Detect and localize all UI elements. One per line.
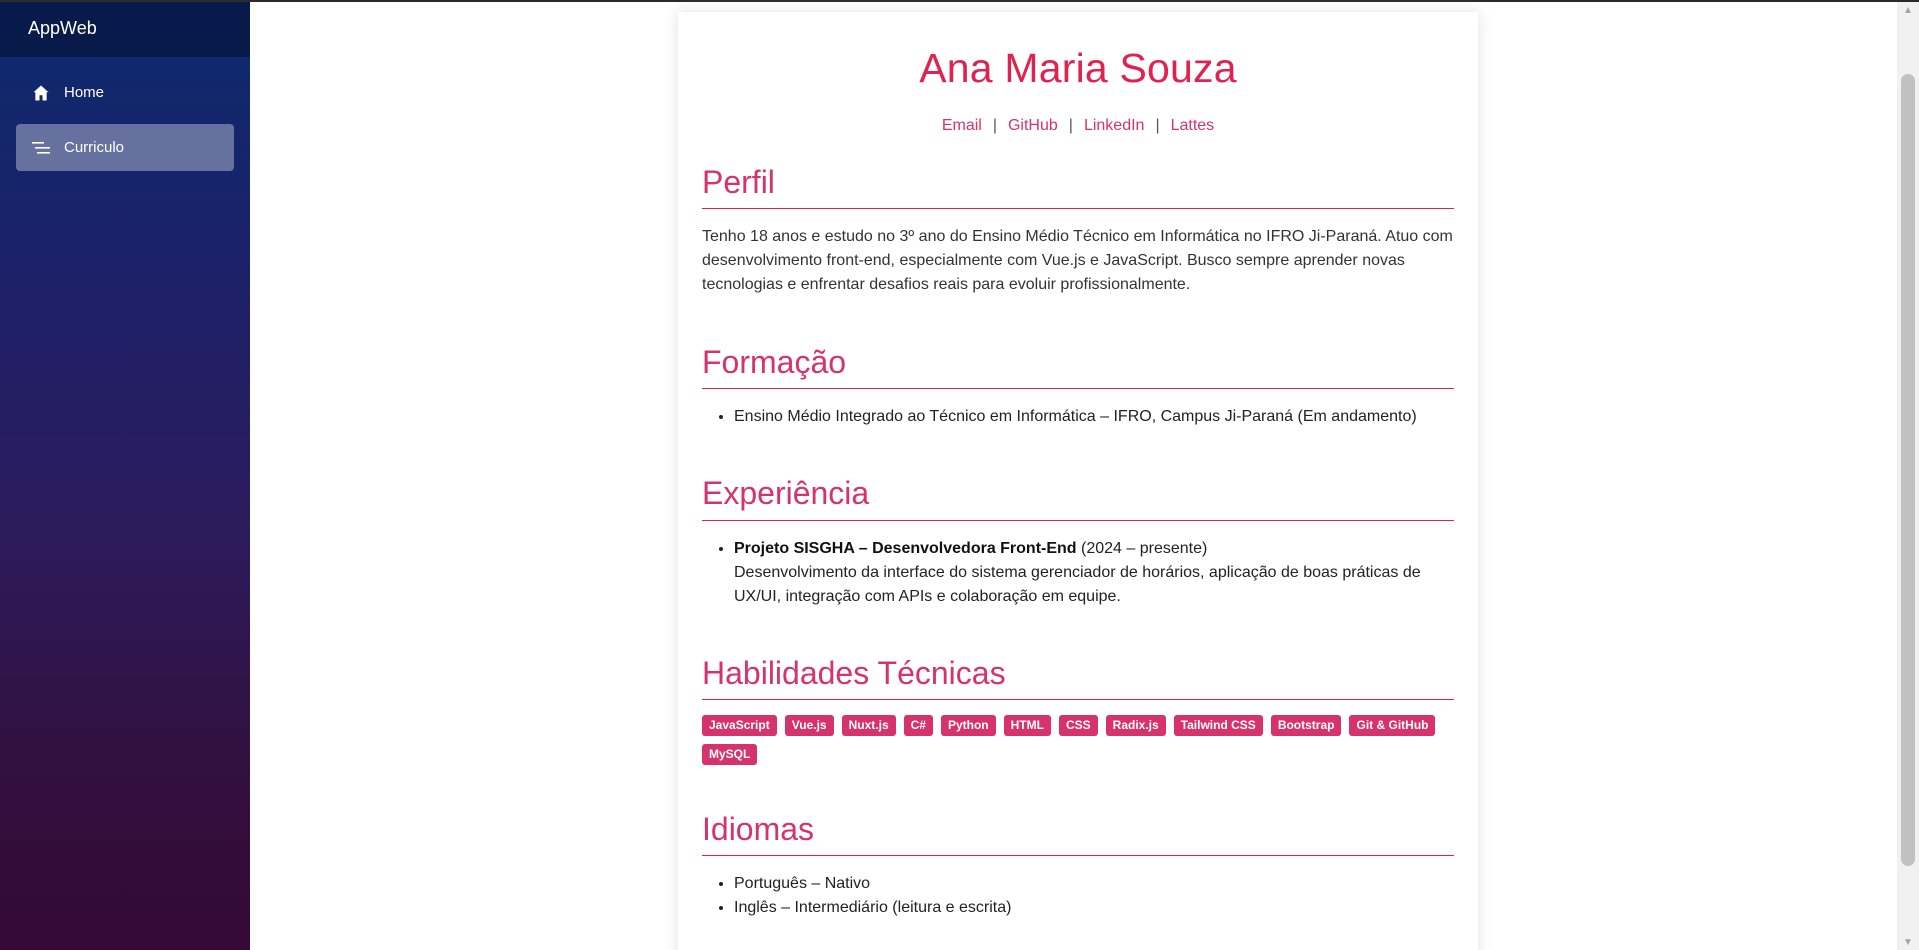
skills-badges: JavaScript Vue.js Nuxt.js C# Python HTML… <box>702 714 1462 765</box>
resume-name: Ana Maria Souza <box>919 45 1237 91</box>
profile-section: Perfil Tenho 18 anos e estudo no 3º ano … <box>702 164 1454 297</box>
skill-badge: Python <box>940 714 996 736</box>
app-brand[interactable]: AppWeb <box>0 0 250 57</box>
section-title: Idiomas <box>702 811 1454 856</box>
window-top-border <box>0 0 1919 2</box>
link-separator: | <box>1155 117 1160 134</box>
languages-list: Português – Nativo Inglês – Intermediári… <box>702 872 1454 920</box>
experience-period: (2024 – presente) <box>1076 539 1208 557</box>
list-item: Português – Nativo <box>734 872 1454 896</box>
sidebar-item-home[interactable]: Home <box>16 69 234 116</box>
profile-text: Tenho 18 anos e estudo no 3º ano do Ensi… <box>702 228 1453 294</box>
link-separator: | <box>992 117 997 134</box>
scrollbar-thumb[interactable] <box>1901 74 1915 866</box>
scroll-down-arrow-icon[interactable]: ▼ <box>1897 934 1919 950</box>
sort-lines-icon <box>32 141 64 155</box>
experience-description: Desenvolvimento da interface do sistema … <box>734 563 1421 605</box>
section-title: Experiência <box>702 476 1454 521</box>
skill-badge: HTML <box>1003 714 1051 736</box>
linkedin-link[interactable]: LinkedIn <box>1084 117 1145 134</box>
link-separator: | <box>1068 117 1073 134</box>
experience-section: Experiência Projeto SISGHA – Desenvolved… <box>702 476 1454 608</box>
skills-section: Habilidades Técnicas JavaScript Vue.js N… <box>702 655 1454 765</box>
experience-list: Projeto SISGHA – Desenvolvedora Front-En… <box>702 537 1454 609</box>
github-link[interactable]: GitHub <box>1008 117 1058 134</box>
section-title: Habilidades Técnicas <box>702 655 1454 700</box>
skill-badge: Bootstrap <box>1270 714 1342 736</box>
list-item: Projeto SISGHA – Desenvolvedora Front-En… <box>734 537 1454 609</box>
education-section: Formação Ensino Médio Integrado ao Técni… <box>702 345 1454 429</box>
section-title: Formação <box>702 345 1454 390</box>
vertical-scrollbar[interactable]: ▲ ▼ <box>1897 0 1919 950</box>
sidebar-item-curriculo[interactable]: Curriculo <box>16 124 234 171</box>
education-list: Ensino Médio Integrado ao Técnico em Inf… <box>702 405 1454 429</box>
section-title: Perfil <box>702 164 1454 210</box>
sidebar-item-label: Home <box>64 84 105 101</box>
experience-role: Projeto SISGHA – Desenvolvedora Front-En… <box>734 539 1077 557</box>
skill-badge: MySQL <box>702 743 758 765</box>
skill-badge: JavaScript <box>702 714 777 736</box>
contact-links: Email | GitHub | LinkedIn | Lattes <box>702 117 1454 135</box>
main-content: Ana Maria Souza Email | GitHub | LinkedIn | La… <box>250 2 1897 950</box>
list-item: Ensino Médio Integrado ao Técnico em Inf… <box>734 405 1454 429</box>
skill-badge: Nuxt.js <box>841 714 896 736</box>
languages-section: Idiomas Português – Nativo Inglês – Inte… <box>702 811 1454 920</box>
skill-badge: Radix.js <box>1105 714 1166 736</box>
resume-card: Ana Maria Souza Email | GitHub | LinkedIn | La… <box>678 12 1478 950</box>
sidebar-nav: Home Curriculo <box>0 57 250 171</box>
sidebar-item-label: Curriculo <box>64 139 125 156</box>
scroll-up-arrow-icon[interactable]: ▲ <box>1897 2 1919 18</box>
skill-badge: Git & GitHub <box>1349 714 1436 736</box>
list-item: Inglês – Intermediário (leitura e escrit… <box>734 896 1454 920</box>
sidebar: AppWeb Home Curriculo <box>0 0 250 950</box>
skill-badge: C# <box>903 714 933 736</box>
skill-badge: Tailwind CSS <box>1173 714 1263 736</box>
skill-badge: CSS <box>1058 714 1098 736</box>
skill-badge: Vue.js <box>784 714 834 736</box>
lattes-link[interactable]: Lattes <box>1171 117 1215 134</box>
email-link[interactable]: Email <box>942 117 982 134</box>
home-icon <box>32 84 64 102</box>
